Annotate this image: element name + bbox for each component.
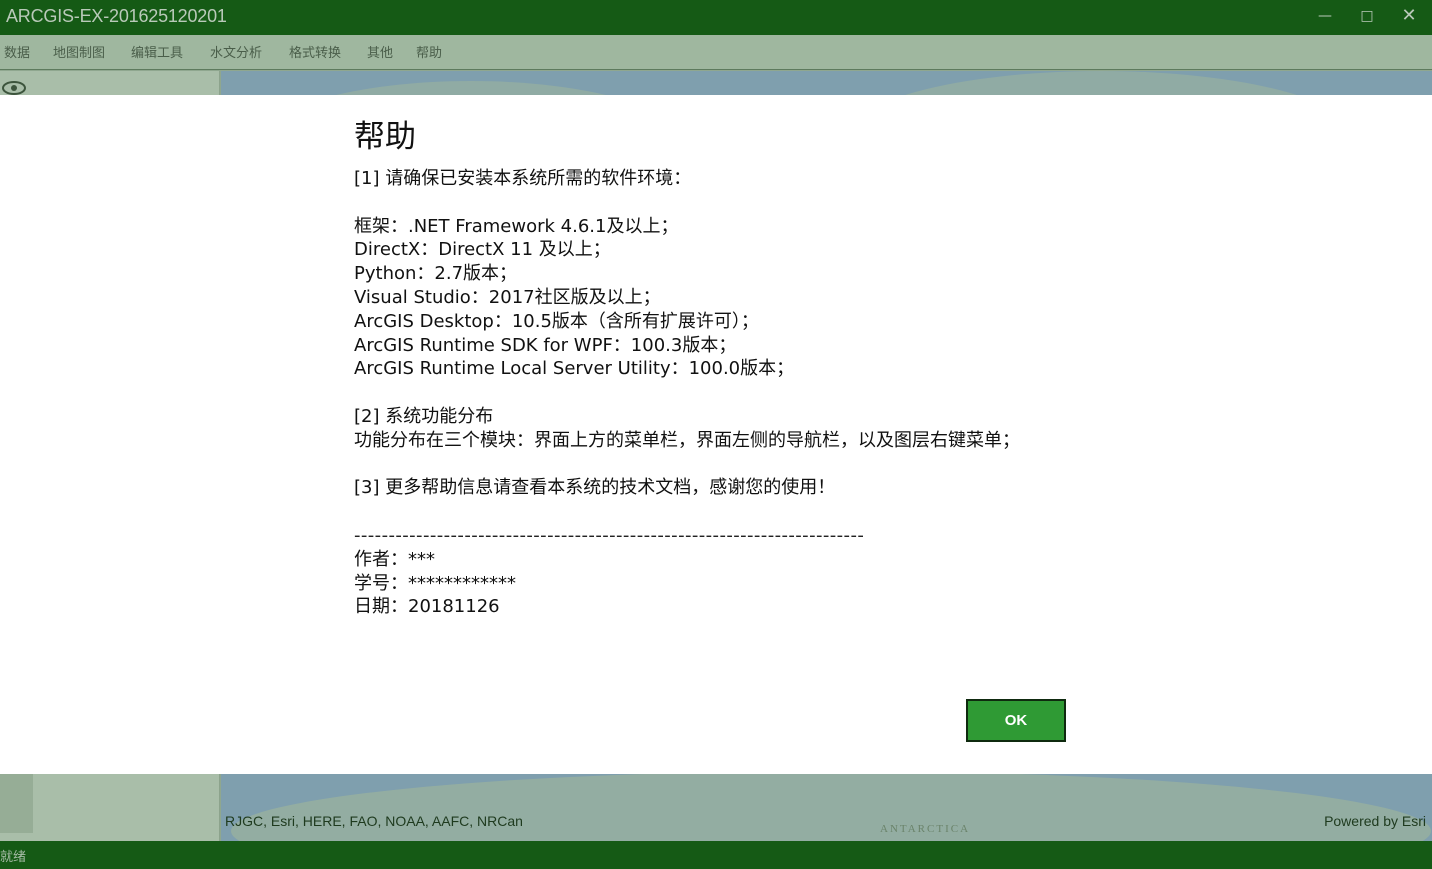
status-text: 就绪 <box>0 850 27 865</box>
help-line: [3] 更多帮助信息请查看本系统的技术文档，感谢您的使用！ <box>354 477 836 499</box>
help-line: [2] 系统功能分布 <box>354 405 494 427</box>
help-line: 框架：.NET Framework 4.6.1及以上； <box>354 215 679 237</box>
help-line: Visual Studio：2017社区版及以上； <box>354 286 661 308</box>
title-bar: ARCGIS-EX-201625120201 — □ ✕ <box>0 0 1432 35</box>
window-title: ARCGIS-EX-201625120201 <box>6 6 227 26</box>
help-line: ArcGIS Runtime Local Server Utility：100.… <box>354 358 795 380</box>
maximize-icon[interactable]: □ <box>1357 6 1377 26</box>
help-line <box>354 191 1114 215</box>
map-label-antarctica: ANTARCTICA <box>880 823 971 835</box>
date-line: 日期：20181126 <box>354 596 500 618</box>
menu-item-data[interactable]: 数据 <box>4 42 30 61</box>
help-line: ArcGIS Desktop：10.5版本（含所有扩展许可）； <box>354 310 759 332</box>
menu-item-other[interactable]: 其他 <box>367 42 393 61</box>
help-line: DirectX：DirectX 11 及以上； <box>354 239 611 261</box>
help-line: ArcGIS Runtime SDK for WPF：100.3版本； <box>354 334 737 356</box>
dialog-body: [1] 请确保已安装本系统所需的软件环境： 框架：.NET Framework … <box>354 167 1114 619</box>
author-line: 作者：*** <box>354 548 435 570</box>
minimize-icon[interactable]: — <box>1315 6 1335 26</box>
status-bar: 就绪 <box>0 841 1432 869</box>
menu-item-help[interactable]: 帮助 <box>416 42 442 61</box>
map-attribution: RJGC, Esri, HERE, FAO, NOAA, AAFC, NRCan <box>225 813 523 829</box>
student-id-line: 学号：************ <box>354 572 516 594</box>
help-line <box>354 453 1114 477</box>
navigation-panel-footer <box>0 773 33 833</box>
ok-button[interactable]: OK <box>966 699 1066 742</box>
menu-item-hydrology[interactable]: 水文分析 <box>210 42 262 61</box>
map-landmass <box>231 771 1431 841</box>
powered-by-esri: Powered by Esri <box>1324 813 1426 829</box>
help-line: Python：2.7版本； <box>354 263 518 285</box>
menu-item-cartography[interactable]: 地图制图 <box>53 42 105 61</box>
menu-bar: 数据 地图制图 编辑工具 水文分析 格式转换 其他 帮助 <box>0 35 1432 70</box>
help-line: 功能分布在三个模块：界面上方的菜单栏，界面左侧的导航栏，以及图层右键菜单； <box>354 429 1020 451</box>
help-line: [1] 请确保已安装本系统所需的软件环境： <box>354 168 692 189</box>
close-icon[interactable]: ✕ <box>1399 6 1419 26</box>
help-line <box>354 500 1114 524</box>
separator-line: ----------------------------------------… <box>354 524 865 546</box>
menu-item-edit-tools[interactable]: 编辑工具 <box>131 42 183 61</box>
menu-item-format-convert[interactable]: 格式转换 <box>289 42 341 61</box>
eye-icon[interactable] <box>2 81 26 95</box>
help-line <box>354 381 1114 405</box>
help-dialog: 帮助 [1] 请确保已安装本系统所需的软件环境： 框架：.NET Framewo… <box>0 95 1432 774</box>
dialog-title: 帮助 <box>354 119 416 155</box>
